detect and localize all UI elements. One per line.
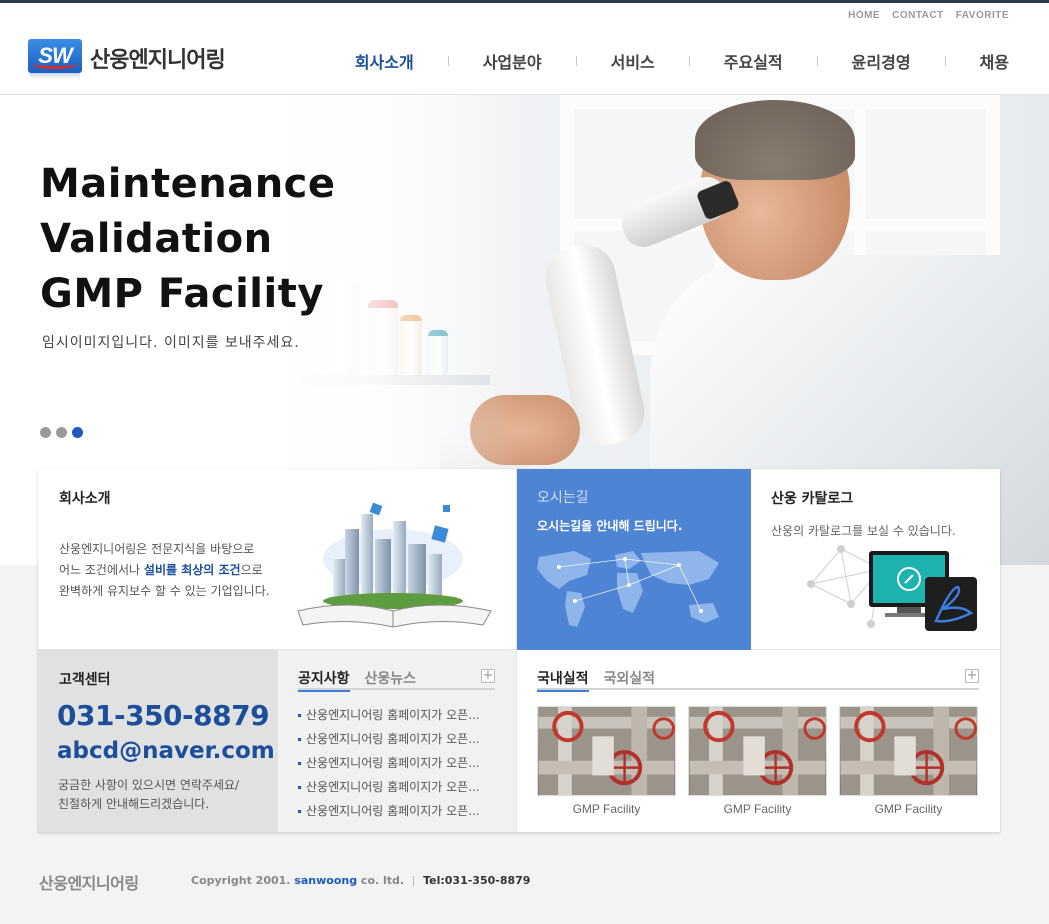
catalog-box[interactable]: 산웅 카탈로그 산웅의 카탈로그를 보실 수 있습니다. (751, 469, 1000, 650)
company-intro-box[interactable]: 회사소개 산웅엔지니어링은 전문지식을 바탕으로 어느 조건에서나 설비를 최상… (38, 469, 517, 650)
nav-item-business[interactable]: 사업분야 (483, 49, 542, 73)
project-caption: GMP Facility (874, 802, 943, 816)
content-card: 회사소개 산웅엔지니어링은 전문지식을 바탕으로 어느 조건에서나 설비를 최상… (38, 469, 1000, 832)
notice-tabs: 공지사항 산웅뉴스 + (298, 668, 495, 692)
catalog-monitor-pdf-icon (807, 545, 977, 631)
catalog-title: 산웅 카탈로그 (771, 491, 854, 507)
site-header: HOME CONTACT FAVORITE SW 산웅엔지니어링 회사소개 사업… (0, 3, 1049, 95)
project-thumb[interactable]: GMP Facility (537, 706, 676, 816)
project-thumb[interactable]: GMP Facility (688, 706, 827, 816)
hero-title: Maintenance Validation GMP Facility (40, 161, 336, 317)
tab-overseas[interactable]: 국외실적 (604, 668, 656, 690)
company-intro-text: 산웅엔지니어링은 전문지식을 바탕으로 어느 조건에서나 설비를 최상의 조건으… (59, 542, 270, 598)
notice-list: 산웅엔지니어링 홈페이지가 오픈... 산웅엔지니어링 홈페이지가 오픈... … (298, 706, 480, 826)
city-book-illustration (297, 502, 492, 628)
tab-notice[interactable]: 공지사항 (298, 668, 350, 692)
directions-title: 오시는길 (537, 490, 589, 506)
notice-item[interactable]: 산웅엔지니어링 홈페이지가 오픈... (298, 802, 480, 826)
nav-item-ethics[interactable]: 윤리경영 (852, 49, 911, 73)
valve-photo (688, 706, 827, 796)
contact-link[interactable]: CONTACT (892, 10, 944, 21)
catalog-desc: 산웅의 카탈로그를 보실 수 있습니다. (771, 524, 956, 538)
notice-item[interactable]: 산웅엔지니어링 홈페이지가 오픈... (298, 778, 480, 802)
scientist-hair (695, 100, 855, 180)
site-logo[interactable]: SW 산웅엔지니어링 (28, 39, 226, 79)
tab-domestic[interactable]: 국내실적 (537, 668, 589, 692)
project-thumb[interactable]: GMP Facility (839, 706, 978, 816)
notice-box: 공지사항 산웅뉴스 + 산웅엔지니어링 홈페이지가 오픈... 산웅엔지니어링 … (278, 650, 517, 832)
company-intro-title: 회사소개 (59, 491, 111, 507)
slide-dot-2[interactable] (56, 427, 67, 438)
utility-links: HOME CONTACT FAVORITE (848, 10, 1009, 21)
project-caption: GMP Facility (723, 802, 792, 816)
nav-divider (944, 56, 946, 66)
world-map-icon (537, 551, 719, 627)
project-caption: GMP Facility (572, 802, 641, 816)
valve-photo (839, 706, 978, 796)
favorite-link[interactable]: FAVORITE (956, 10, 1009, 21)
customer-center-title: 고객센터 (59, 672, 111, 688)
valve-photo (537, 706, 676, 796)
nav-divider (447, 56, 449, 66)
slide-indicators (40, 427, 83, 438)
footer-copyright: Copyright 2001. sanwoong co. ltd. Tel:031… (191, 874, 531, 887)
home-link[interactable]: HOME (848, 10, 880, 21)
customer-center-box: 고객센터 031-350-8879 abcd@naver.com 궁금한 사항이… (38, 650, 278, 832)
nav-item-service[interactable]: 서비스 (611, 49, 655, 73)
slide-dot-3[interactable] (72, 427, 83, 438)
footer-tel: Tel:031-350-8879 (423, 874, 531, 887)
tab-news[interactable]: 산웅뉴스 (365, 668, 417, 690)
footer-logo: 산웅엔지니어링 (39, 874, 139, 893)
nav-divider (816, 56, 818, 66)
nav-divider (575, 56, 577, 66)
projects-box: 국내실적 국외실적 + GMP Facility GMP Facility GM… (517, 650, 1000, 832)
logo-text: 산웅엔지니어링 (90, 48, 226, 73)
directions-box[interactable]: 오시는길 오시는길을 안내해 드립니다. (517, 469, 751, 650)
notice-item[interactable]: 산웅엔지니어링 홈페이지가 오픈... (298, 754, 480, 778)
nav-item-company[interactable]: 회사소개 (355, 49, 414, 73)
projects-thumbnails: GMP Facility GMP Facility GMP Facility (537, 706, 978, 816)
projects-tabs: 국내실적 국외실적 + (537, 668, 979, 692)
nav-item-careers[interactable]: 채용 (980, 49, 1009, 73)
main-nav: 회사소개 사업분야 서비스 주요실적 윤리경영 채용 (355, 49, 1009, 73)
customer-phone[interactable]: 031-350-8879 (57, 699, 270, 732)
more-plus-icon[interactable]: + (965, 669, 979, 683)
notice-item[interactable]: 산웅엔지니어링 홈페이지가 오픈... (298, 730, 480, 754)
hero-subtitle: 임시이미지입니다. 이미지를 보내주세요. (42, 335, 300, 351)
directions-desc: 오시는길을 안내해 드립니다. (537, 519, 683, 533)
nav-item-projects[interactable]: 주요실적 (724, 49, 783, 73)
customer-center-desc: 궁금한 사항이 있으시면 연락주세요/ 친절하게 안내해드리겠습니다. (58, 778, 240, 811)
footer-divider (413, 876, 415, 886)
customer-email[interactable]: abcd@naver.com (57, 738, 275, 764)
nav-divider (688, 56, 690, 66)
slide-dot-1[interactable] (40, 427, 51, 438)
more-plus-icon[interactable]: + (481, 669, 495, 683)
notice-item[interactable]: 산웅엔지니어링 홈페이지가 오픈... (298, 706, 480, 730)
logo-mark: SW (28, 39, 82, 79)
